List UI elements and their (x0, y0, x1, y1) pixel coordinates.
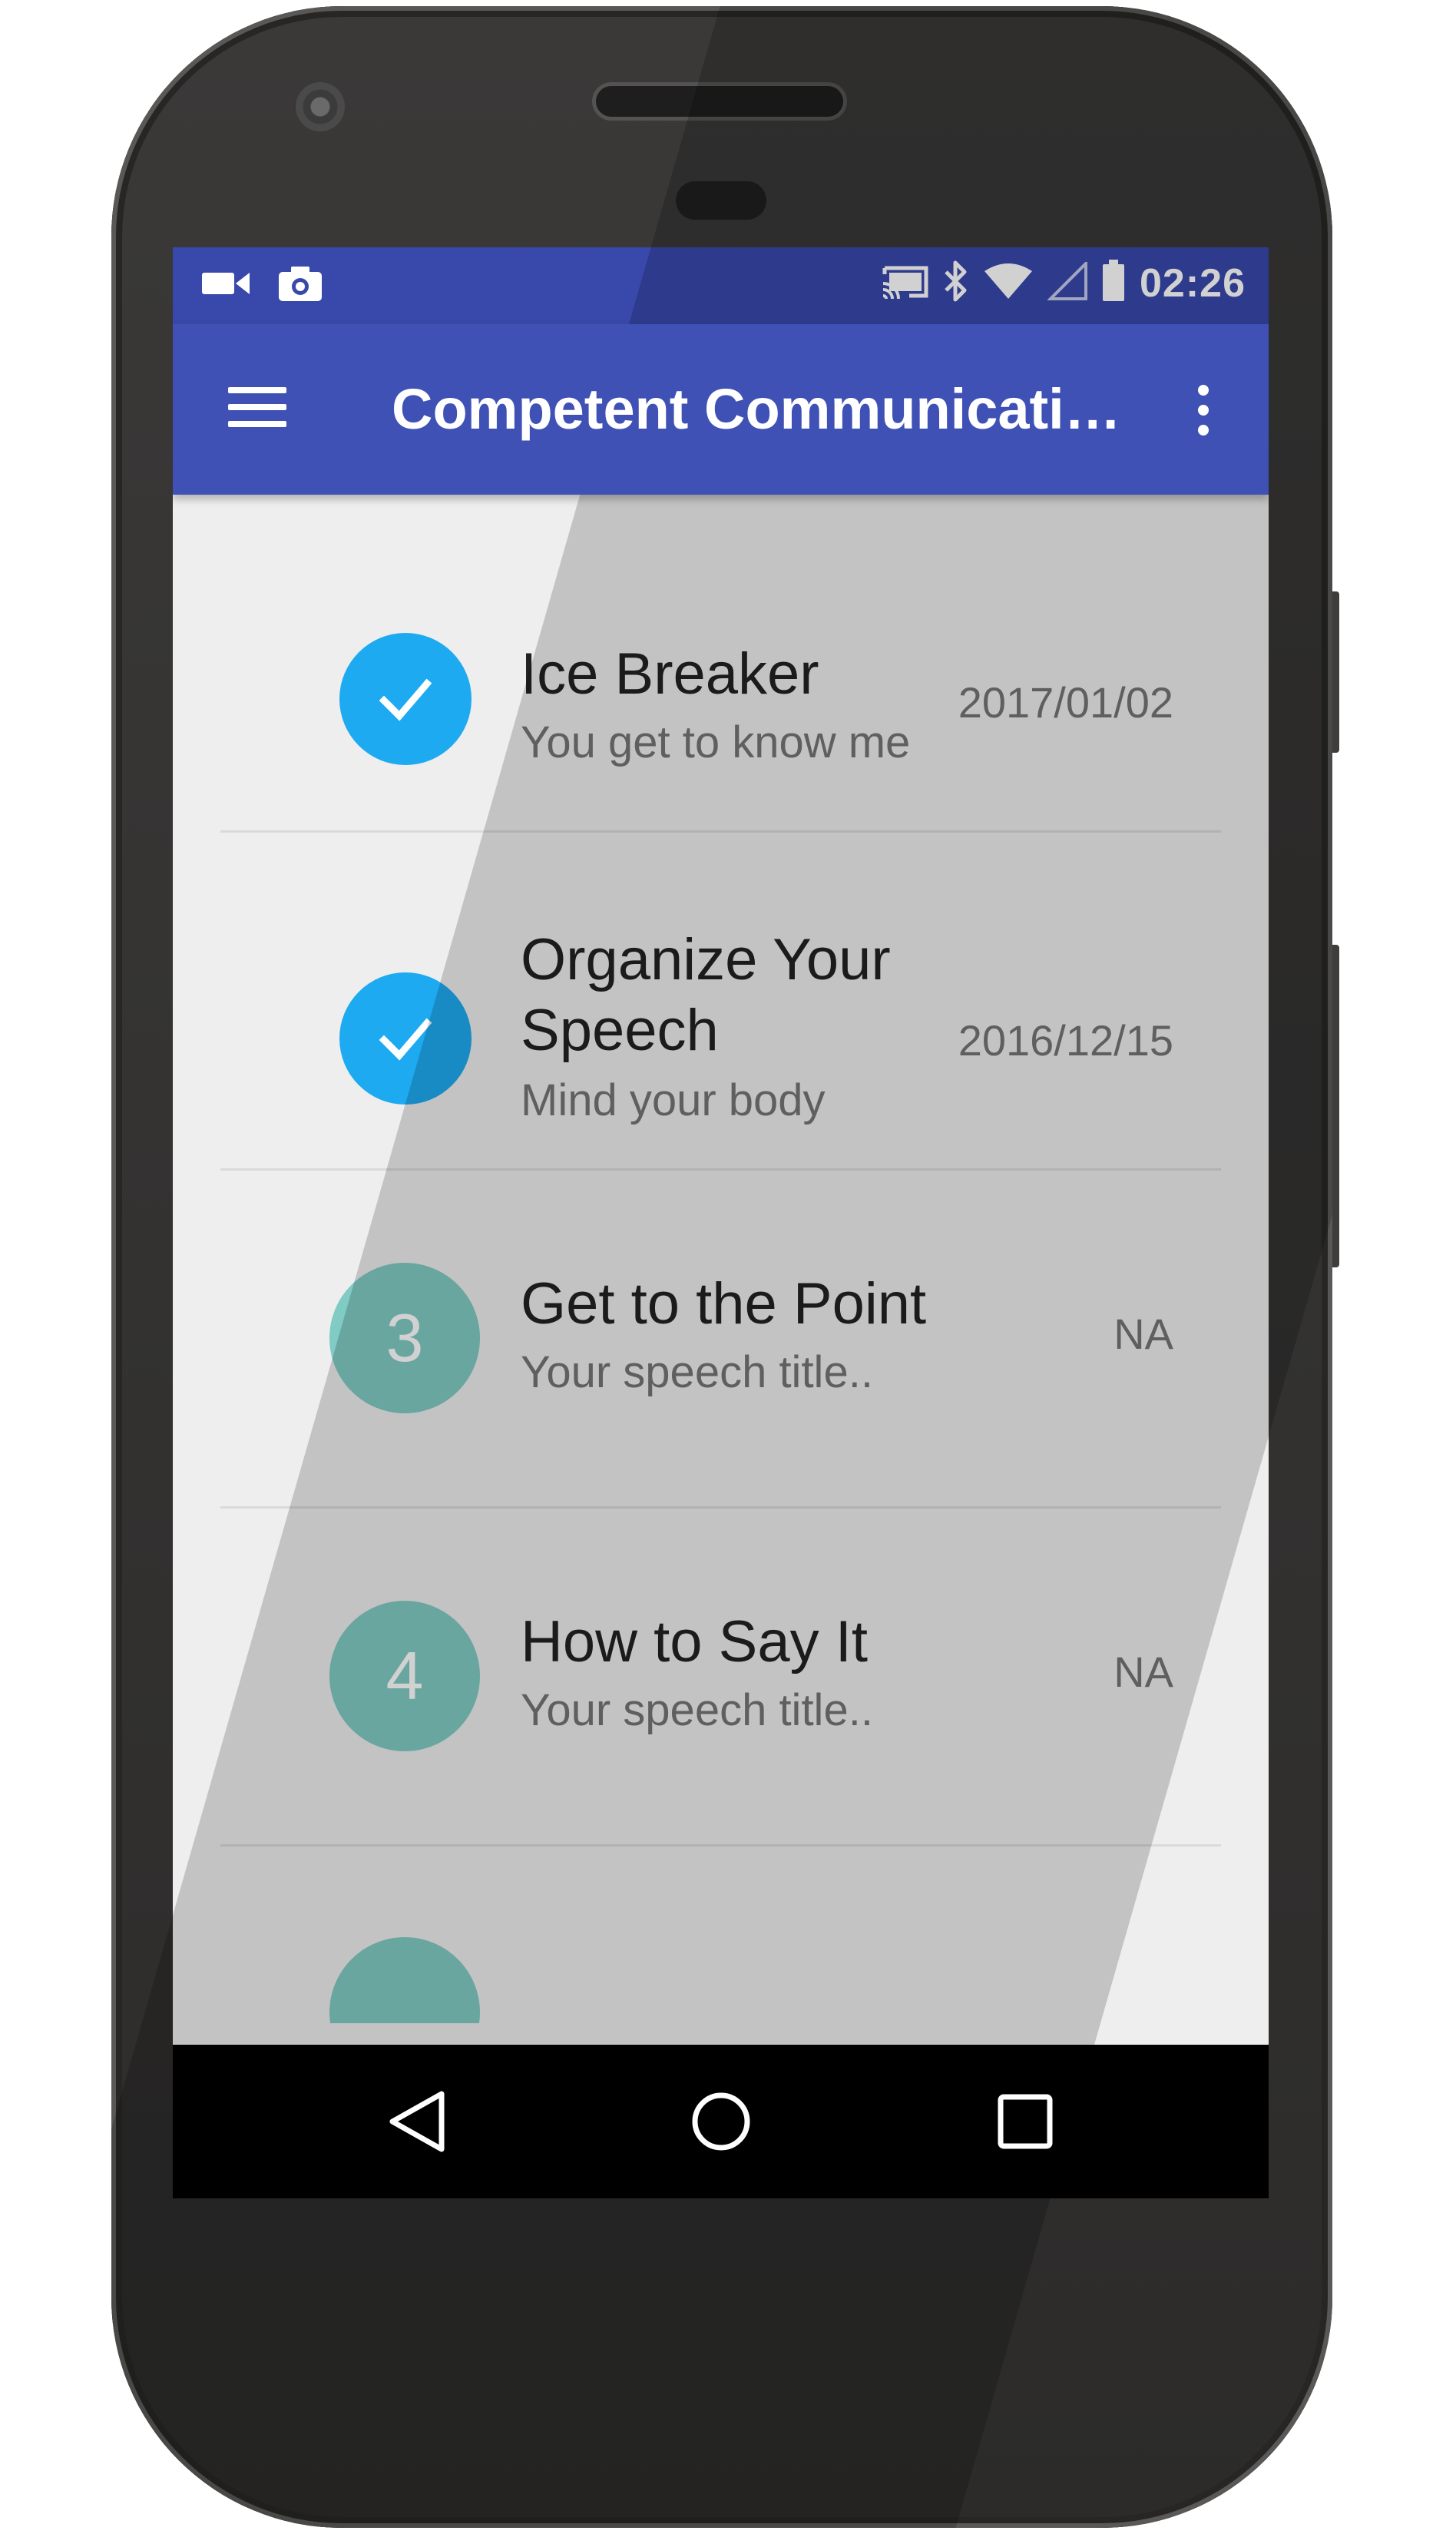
list-item[interactable]: Organize Your Speech Mind your body 2016… (220, 833, 1221, 1171)
more-vert-icon-dot (1198, 425, 1209, 436)
recents-icon (998, 2094, 1053, 2149)
more-vert-icon (1198, 385, 1209, 396)
home-icon (692, 2092, 750, 2151)
item-date: NA (1114, 1648, 1173, 1696)
wifi-icon (983, 262, 1034, 304)
item-subtitle: Your speech title.. (521, 1685, 873, 1735)
item-title: Ice Breaker (521, 641, 819, 707)
screen: 02:26 Competent Communicati… Ice Breaker… (173, 247, 1269, 2198)
item-date: NA (1114, 1310, 1173, 1358)
camera-icon (277, 264, 323, 306)
app-title: Competent Communicati… (392, 377, 1121, 441)
item-title: Organize Your (521, 927, 891, 992)
hamburger-menu-icon-bar (228, 421, 286, 427)
cell-signal-icon (1047, 260, 1087, 304)
earpiece-speaker (596, 86, 843, 117)
home-button[interactable] (683, 2083, 759, 2160)
hamburger-menu-icon (228, 387, 286, 393)
item-title-line2: Speech (521, 998, 719, 1063)
bluetooth-icon (943, 260, 969, 306)
status-clock: 02:26 (1140, 260, 1246, 306)
hamburger-menu-icon-bar (228, 404, 286, 410)
item-date: 2017/01/02 (958, 678, 1173, 727)
completed-badge (339, 633, 472, 765)
proximity-sensor (676, 181, 766, 220)
item-date: 2016/12/15 (958, 1016, 1173, 1065)
speech-number-badge: 4 (329, 1601, 480, 1751)
more-options-button[interactable] (1180, 379, 1226, 441)
list-item[interactable]: 3 Get to the Point Your speech title.. N… (220, 1171, 1221, 1509)
list-item[interactable]: Ice Breaker You get to know me 2017/01/0… (220, 495, 1221, 833)
back-button[interactable] (379, 2083, 455, 2160)
recents-button[interactable] (987, 2083, 1064, 2160)
item-subtitle: You get to know me (521, 717, 911, 767)
check-icon (379, 1018, 432, 1061)
list-item-partial[interactable] (220, 1847, 1221, 2023)
item-title: Get to the Point (521, 1271, 927, 1337)
system-navigation-bar (173, 2045, 1269, 2198)
status-bar: 02:26 (173, 247, 1269, 324)
menu-button[interactable] (228, 376, 290, 438)
check-icon (379, 678, 432, 721)
app-bar: Competent Communicati… (173, 324, 1269, 495)
cast-icon (882, 262, 929, 304)
back-icon (389, 2091, 445, 2152)
item-title: How to Say It (521, 1609, 868, 1674)
speech-project-list: Ice Breaker You get to know me 2017/01/0… (173, 495, 1269, 2023)
front-camera (296, 82, 345, 131)
speech-number-badge: 3 (329, 1263, 480, 1413)
list-item[interactable]: 4 How to Say It Your speech title.. NA (220, 1509, 1221, 1847)
item-subtitle: Mind your body (521, 1075, 826, 1125)
speech-number-badge (329, 1937, 480, 2023)
device-mockup: 02:26 Competent Communicati… Ice Breaker… (0, 0, 1456, 2534)
completed-badge (339, 972, 472, 1105)
item-subtitle: Your speech title.. (521, 1347, 873, 1397)
battery-icon (1101, 260, 1126, 306)
more-vert-icon-dot (1198, 405, 1209, 416)
video-camera-icon (202, 268, 251, 303)
